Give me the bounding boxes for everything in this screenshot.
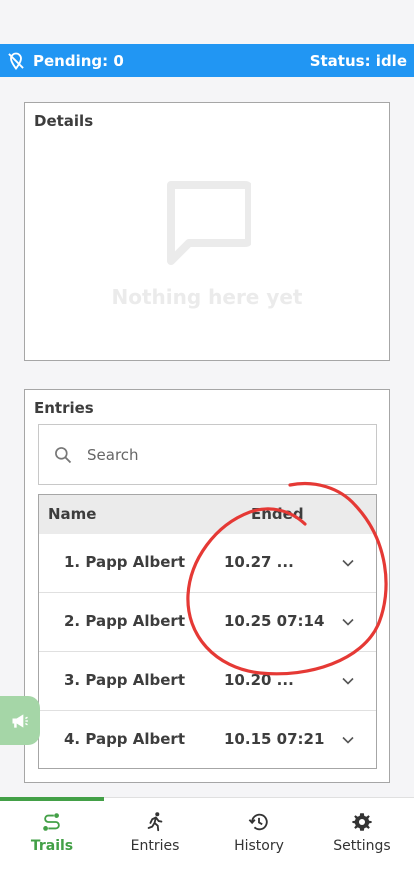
entry-name: 1. Papp Albert bbox=[64, 553, 185, 571]
status-bar: Pending: 0 Status: idle bbox=[0, 44, 414, 77]
table-row[interactable]: 4. Papp Albert 10.15 07:21 bbox=[39, 711, 376, 768]
megaphone-icon bbox=[12, 713, 28, 728]
entry-ended: 10.20 ... bbox=[224, 671, 294, 689]
gear-icon bbox=[352, 813, 372, 831]
entry-name: 2. Papp Albert bbox=[64, 612, 185, 630]
search-input[interactable] bbox=[87, 445, 347, 464]
entry-name: 4. Papp Albert bbox=[64, 730, 185, 748]
pending-count: Pending: 0 bbox=[33, 51, 124, 70]
history-icon bbox=[248, 813, 268, 831]
table-row[interactable]: 3. Papp Albert 10.20 ... bbox=[39, 652, 376, 711]
tab-trails[interactable]: Trails bbox=[0, 798, 104, 868]
tab-label: Settings bbox=[333, 838, 391, 854]
table-row[interactable]: 2. Papp Albert 10.25 07:14 bbox=[39, 593, 376, 652]
route-icon bbox=[43, 813, 60, 831]
entries-table: Name Ended 1. Papp Albert 10.27 ... 2. P… bbox=[38, 494, 377, 769]
table-header: Name Ended bbox=[39, 495, 376, 534]
chevron-down-icon[interactable] bbox=[341, 556, 355, 570]
tab-settings[interactable]: Settings bbox=[310, 798, 414, 868]
chat-bubble-icon bbox=[167, 181, 251, 265]
status-text: Status: idle bbox=[309, 51, 407, 70]
search-box[interactable] bbox=[38, 424, 377, 485]
chevron-down-icon[interactable] bbox=[341, 615, 355, 629]
location-off-icon bbox=[8, 52, 24, 70]
tab-entries[interactable]: Entries bbox=[103, 798, 207, 868]
feedback-button[interactable] bbox=[0, 696, 40, 745]
entries-title: Entries bbox=[34, 399, 94, 417]
pending-indicator: Pending: 0 bbox=[6, 51, 124, 71]
running-icon bbox=[147, 812, 163, 832]
details-title: Details bbox=[34, 112, 94, 130]
tab-label: History bbox=[234, 838, 284, 854]
entries-card: Entries Name Ended 1. Papp Albert 10.27 … bbox=[24, 389, 390, 783]
column-header-name[interactable]: Name bbox=[48, 505, 96, 523]
column-header-ended[interactable]: Ended bbox=[251, 505, 304, 523]
chevron-down-icon[interactable] bbox=[341, 733, 355, 747]
chevron-down-icon[interactable] bbox=[341, 674, 355, 688]
bottom-nav: Trails Entries History Settings bbox=[0, 797, 414, 896]
tab-label: Trails bbox=[30, 838, 74, 854]
table-row[interactable]: 1. Papp Albert 10.27 ... bbox=[39, 534, 376, 593]
tab-history[interactable]: History bbox=[207, 798, 311, 868]
tab-label: Entries bbox=[130, 838, 180, 854]
search-icon bbox=[55, 446, 72, 463]
entry-ended: 10.25 07:14 bbox=[224, 612, 325, 630]
entry-ended: 10.27 ... bbox=[224, 553, 294, 571]
entry-ended: 10.15 07:21 bbox=[224, 730, 325, 748]
empty-state-text: Nothing here yet bbox=[111, 285, 303, 309]
entry-name: 3. Papp Albert bbox=[64, 671, 185, 689]
details-card: Details Nothing here yet bbox=[24, 102, 390, 361]
